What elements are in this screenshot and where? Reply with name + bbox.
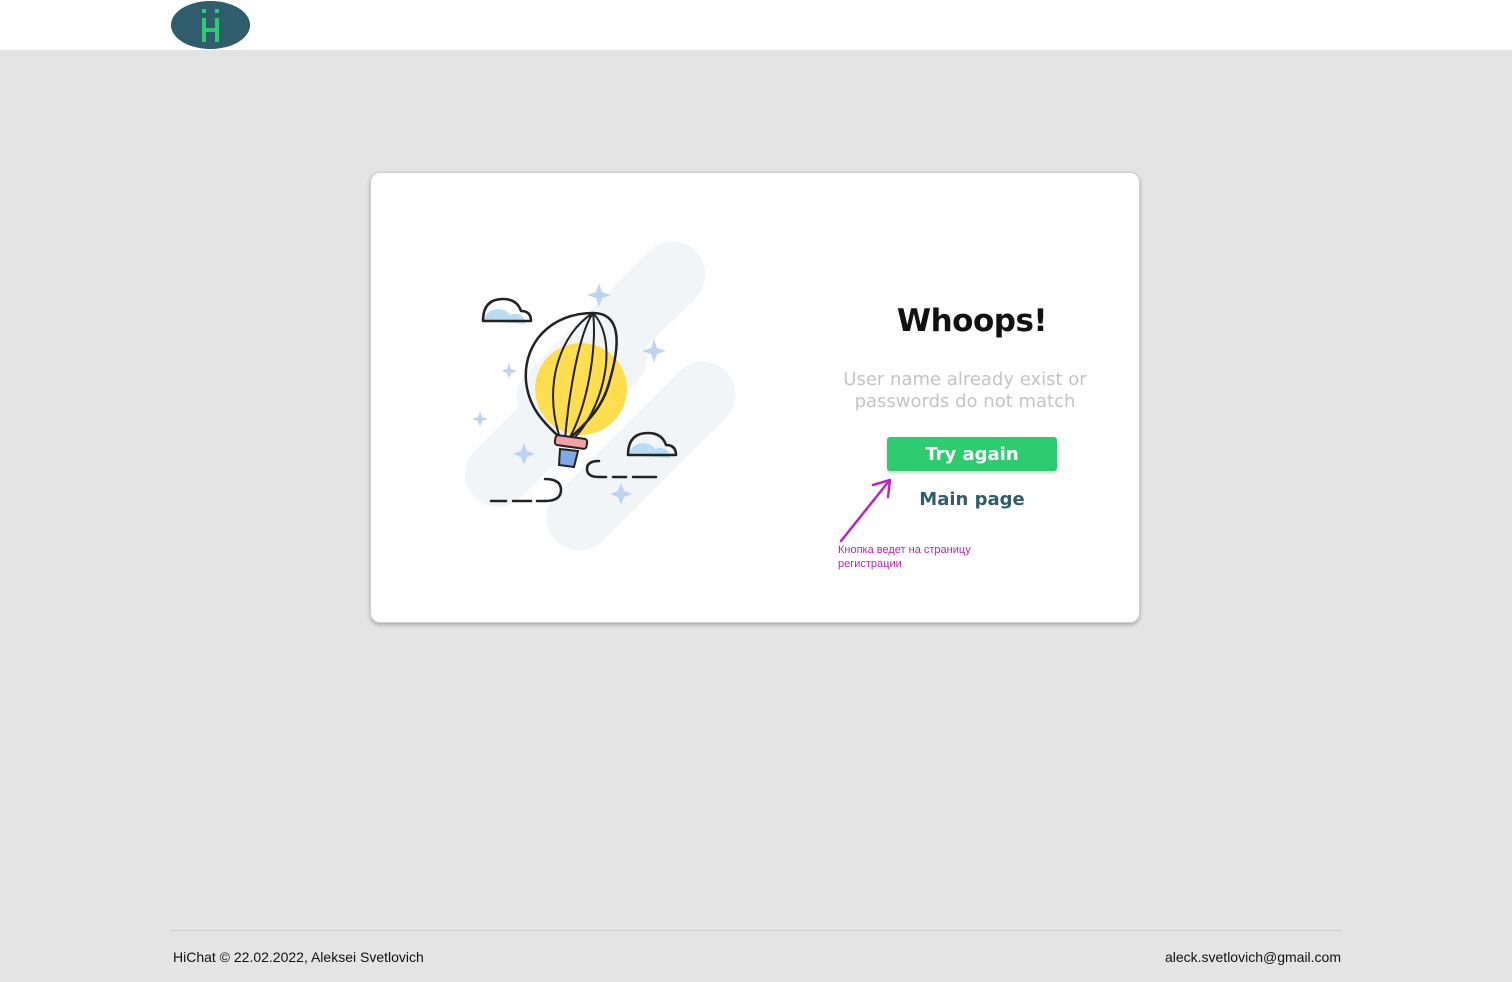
error-message: User name already exist or passwords do … (843, 369, 1087, 412)
try-again-button[interactable]: Try again (887, 437, 1057, 471)
header (0, 0, 1512, 50)
footer-email[interactable]: aleck.svetlovich@gmail.com (1165, 949, 1341, 965)
hichat-logo[interactable] (171, 1, 250, 49)
annotation-arrow-icon (839, 478, 892, 543)
error-card: Whoops! User name already exist or passw… (370, 172, 1140, 623)
error-title: Whoops! (896, 303, 1048, 339)
footer-divider (171, 930, 1341, 931)
main-page-link[interactable]: Main page (891, 489, 1053, 510)
annotation-note: Кнопка ведет на страницу регистрации (838, 544, 971, 570)
footer-copyright: HiChat © 22.02.2022, Aleksei Svetlovich (173, 949, 424, 965)
hot-air-balloon-illustration (465, 241, 736, 551)
